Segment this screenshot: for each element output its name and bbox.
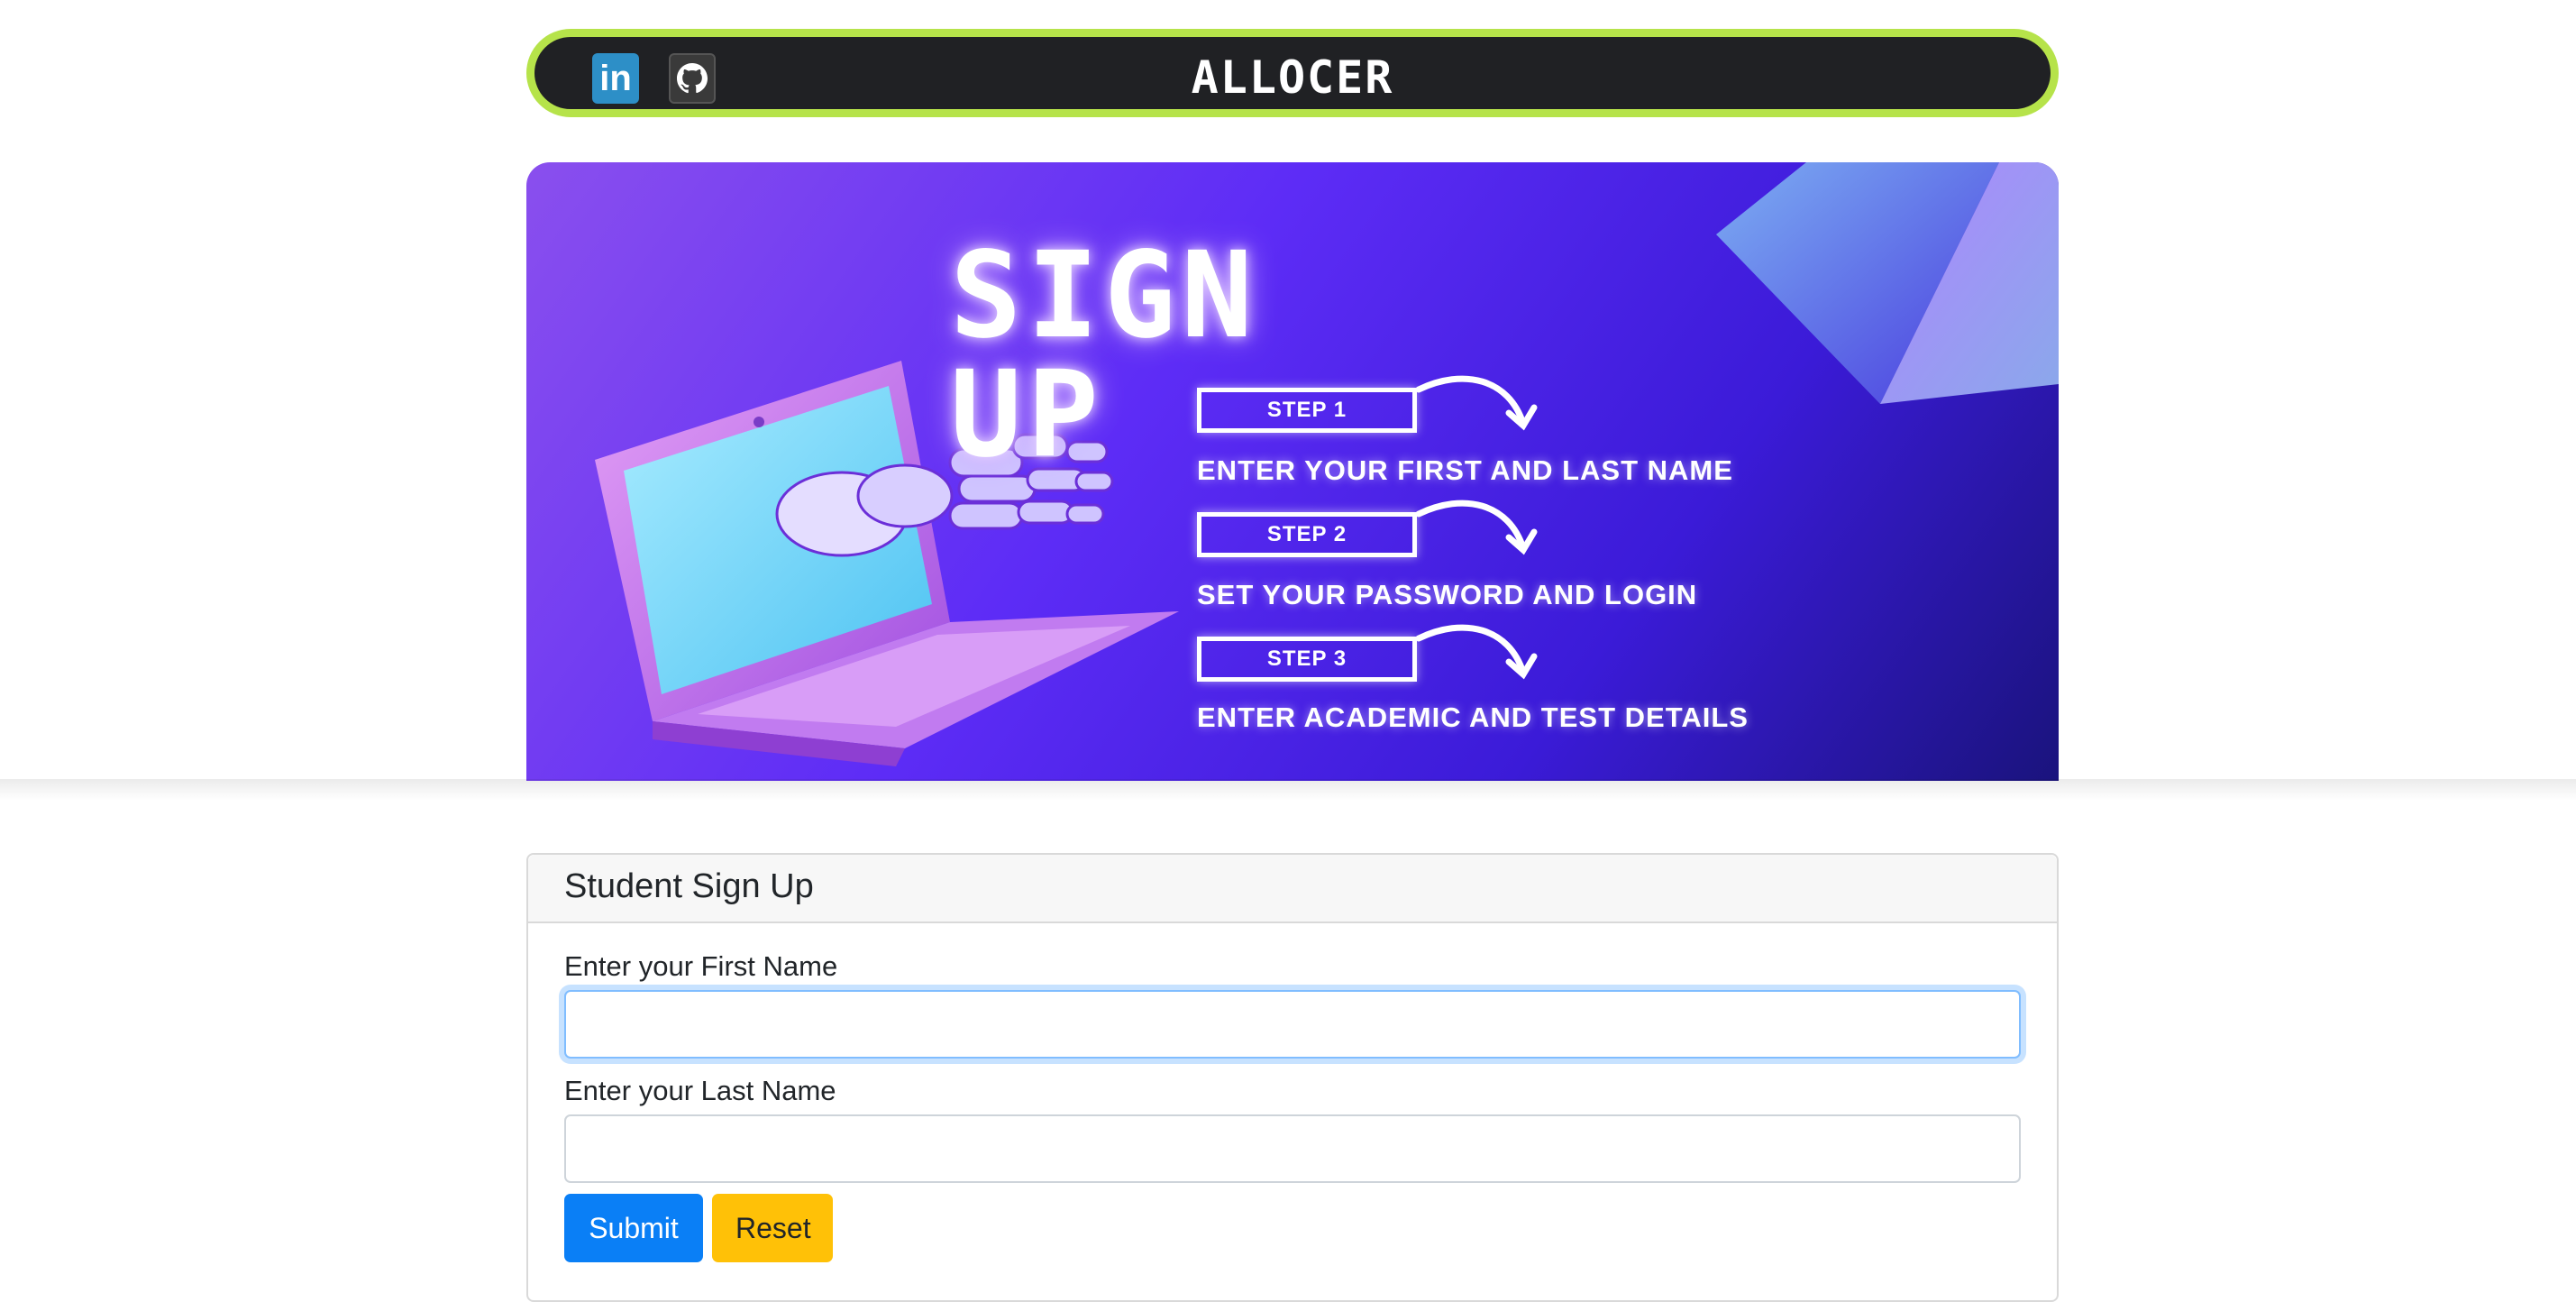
brand-title: ALLOCER [1191, 51, 1394, 104]
step-2-badge: STEP 2 [1197, 512, 1417, 557]
step-arrows [1415, 375, 1538, 680]
prism-decoration [1716, 162, 2059, 404]
first-name-label: Enter your First Name [564, 950, 838, 982]
card-header: Student Sign Up [528, 855, 2057, 923]
last-name-input[interactable] [564, 1114, 2021, 1183]
step-3-text: ENTER ACADEMIC AND TEST DETAILS [1197, 701, 1749, 733]
step-2-text: SET YOUR PASSWORD AND LOGIN [1197, 579, 1698, 610]
reset-button[interactable]: Reset [712, 1194, 833, 1262]
first-name-input[interactable] [564, 990, 2021, 1059]
submit-button[interactable]: Submit [564, 1194, 703, 1262]
last-name-label: Enter your Last Name [564, 1075, 836, 1106]
navbar: in ALLOCER [526, 29, 2059, 117]
signup-banner: SIGN UP STEP 1 ENTER YOUR FIRST AND LAST… [526, 162, 2059, 781]
step-3-badge: STEP 3 [1197, 637, 1417, 682]
navbar-inner: in ALLOCER [534, 37, 2051, 109]
banner-title: SIGN UP [950, 226, 1258, 484]
signup-card: Student Sign Up Enter your First Name En… [526, 853, 2059, 1302]
step-1-badge: STEP 1 [1197, 388, 1417, 433]
section-divider [0, 779, 2576, 801]
step-1-text: ENTER YOUR FIRST AND LAST NAME [1197, 454, 1733, 486]
